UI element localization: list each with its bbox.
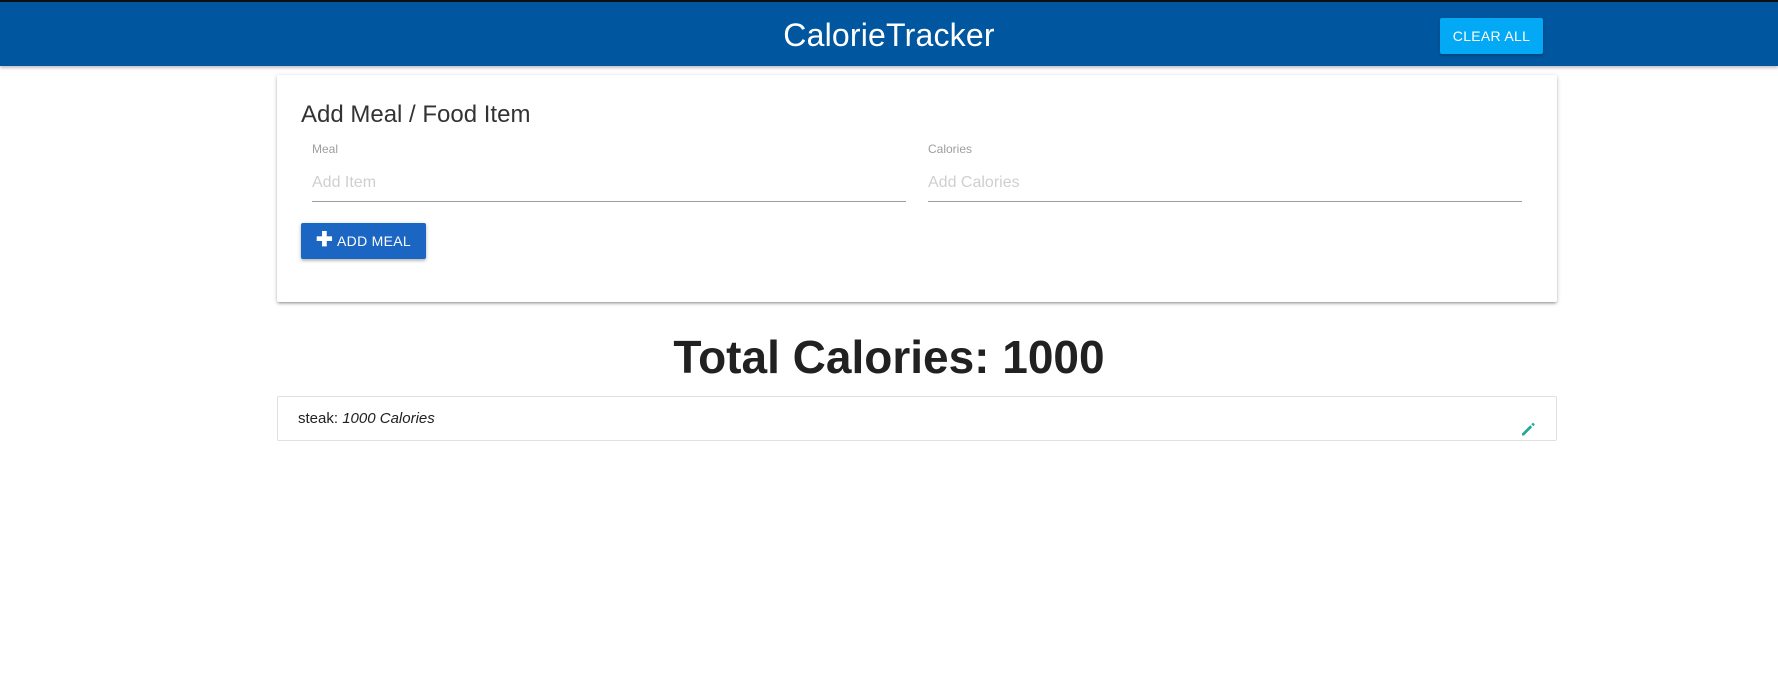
item-calories: 1000 Calories	[342, 410, 435, 427]
meal-list: steak: 1000 Calories	[277, 396, 1557, 441]
card-title: Add Meal / Food Item	[301, 101, 531, 128]
add-meal-label: ADD MEAL	[337, 233, 412, 249]
calories-input[interactable]	[928, 165, 1522, 202]
meal-input[interactable]	[312, 165, 906, 202]
clear-all-button[interactable]: CLEAR ALL	[1440, 18, 1543, 54]
meal-label: Meal	[312, 142, 339, 156]
meal-field: Meal	[312, 141, 906, 202]
navbar: CalorieTracker CLEAR ALL	[0, 0, 1778, 66]
calories-label: Calories	[928, 142, 973, 156]
item-name: steak:	[298, 410, 339, 427]
pencil-icon[interactable]	[1520, 411, 1536, 436]
plus-icon: ✚	[315, 229, 334, 251]
calories-field: Calories	[928, 141, 1522, 202]
add-meal-button[interactable]: ✚ ADD MEAL	[301, 223, 426, 259]
total-calories: Total Calories: 1000	[673, 331, 1105, 383]
list-item: steak: 1000 Calories	[278, 397, 1556, 440]
add-meal-card: Add Meal / Food Item Meal Calories ✚ ADD…	[277, 75, 1557, 302]
